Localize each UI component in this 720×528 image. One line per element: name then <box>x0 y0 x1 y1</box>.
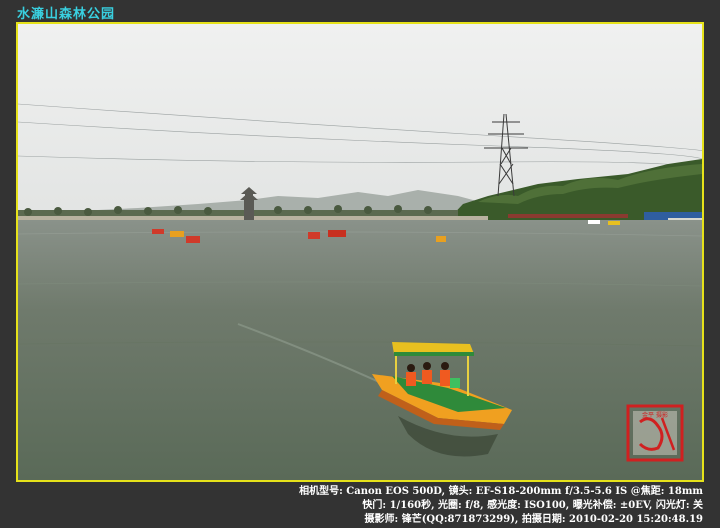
exif-line-photographer: 摄影师: 锋芒(QQ:871873299), 拍摄日期: 2010-02-20 … <box>364 514 703 525</box>
lake-photo: 金平 摄影 <box>16 22 704 482</box>
stamp-text: 金平 摄影 <box>642 411 668 419</box>
lake-water <box>18 220 702 480</box>
page-title: 水濂山森林公园 <box>17 7 116 22</box>
exif-line-settings: 快门: 1/160秒, 光圈: f/8, 感光度: ISO100, 曝光补偿: … <box>362 500 703 511</box>
photographer-stamp: 金平 摄影 <box>626 404 684 462</box>
exif-info: 相机型号: Canon EOS 500D, 镜头: EF-S18-200mm f… <box>223 485 703 527</box>
exif-line-camera: 相机型号: Canon EOS 500D, 镜头: EF-S18-200mm f… <box>299 486 703 497</box>
